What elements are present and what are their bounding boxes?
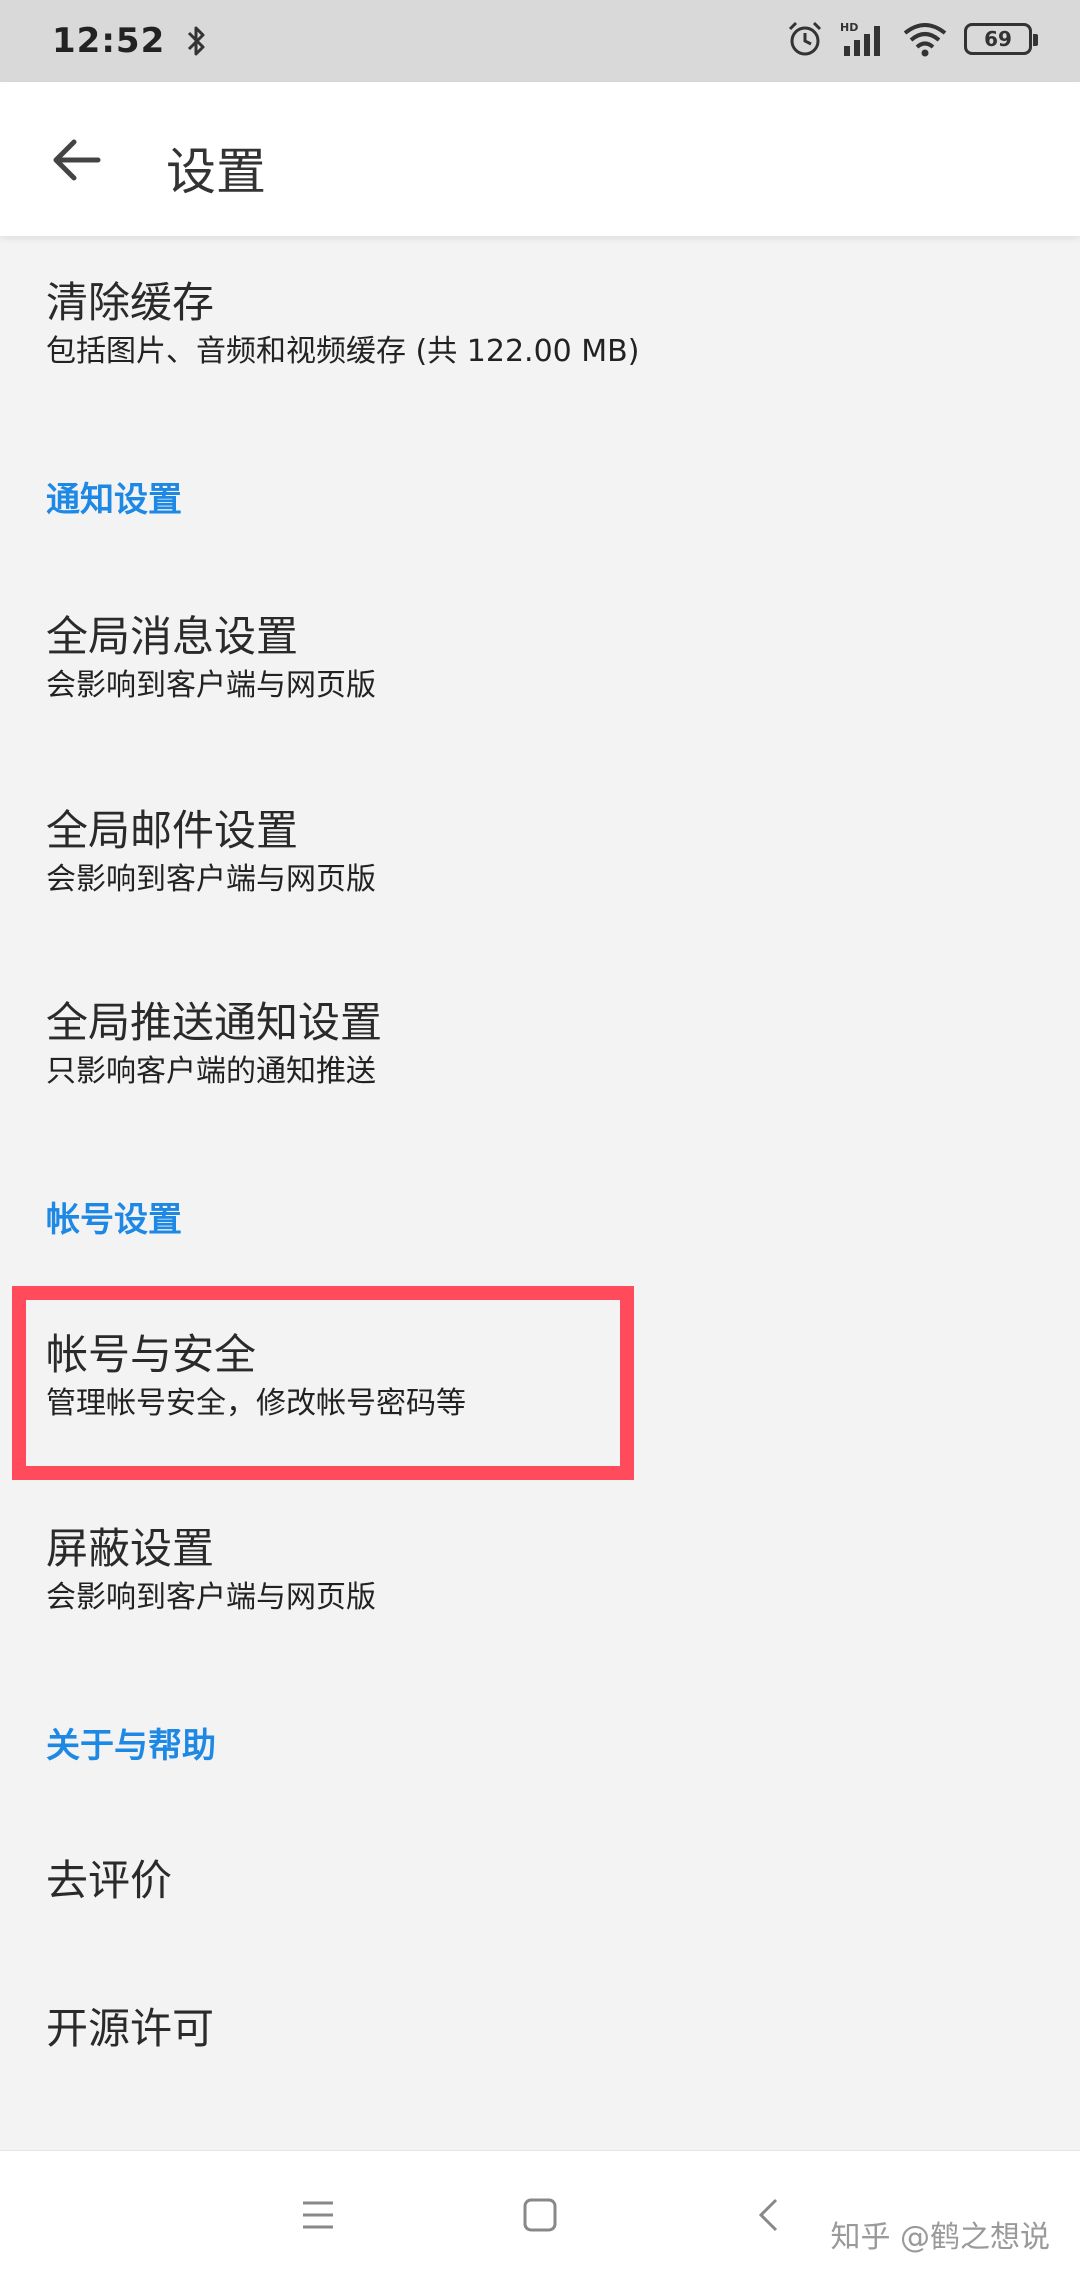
setting-subtitle: 会影响到客户端与网页版	[46, 1580, 376, 1616]
setting-title: 去评价	[46, 1856, 173, 1905]
setting-title: 全局消息设置	[46, 612, 299, 661]
status-bar: 12:52 HD 69	[0, 0, 1080, 82]
setting-global-push[interactable]: 全局推送通知设置 只影响客户端的通知推送	[46, 998, 382, 1090]
alarm-icon	[788, 21, 822, 56]
setting-title: 清除缓存	[46, 278, 215, 327]
battery-icon: 69	[964, 23, 1038, 55]
highlight-box	[12, 1286, 634, 1480]
setting-clear-cache[interactable]: 清除缓存 包括图片、音频和视频缓存 (共 122.00 MB)	[46, 278, 639, 370]
setting-title: 开源许可	[46, 2004, 215, 2053]
setting-subtitle: 会影响到客户端与网页版	[46, 668, 376, 704]
home-square-icon[interactable]	[522, 2197, 558, 2233]
section-notify-header: 通知设置	[46, 480, 182, 520]
setting-title: 全局邮件设置	[46, 806, 299, 855]
setting-subtitle: 会影响到客户端与网页版	[46, 862, 376, 898]
setting-global-message[interactable]: 全局消息设置 会影响到客户端与网页版	[46, 612, 376, 704]
hd-label: HD	[840, 21, 858, 34]
battery-level: 69	[984, 27, 1012, 51]
app-bar: 设置	[0, 82, 1080, 236]
setting-title: 屏蔽设置	[46, 1524, 215, 1573]
wifi-icon	[903, 23, 947, 57]
watermark: 知乎 @鹤之想说	[830, 2220, 1050, 2255]
status-icons: HD 69	[786, 20, 1038, 58]
page-title: 设置	[166, 143, 266, 201]
setting-license[interactable]: 开源许可	[46, 2004, 214, 2054]
back-chevron-icon[interactable]	[756, 2197, 780, 2233]
menu-icon[interactable]	[300, 2197, 336, 2233]
bluetooth-icon	[188, 26, 205, 56]
section-account-header: 帐号设置	[46, 1200, 182, 1240]
setting-block[interactable]: 屏蔽设置 会影响到客户端与网页版	[46, 1524, 376, 1616]
arrow-left-icon[interactable]	[50, 134, 102, 186]
setting-subtitle: 包括图片、音频和视频缓存 (共 122.00 MB)	[46, 334, 640, 370]
setting-subtitle: 只影响客户端的通知推送	[46, 1054, 376, 1090]
setting-title: 全局推送通知设置	[46, 998, 383, 1047]
hd-signal-icon: HD	[840, 21, 880, 56]
status-time: 12:52	[52, 21, 166, 61]
setting-global-mail[interactable]: 全局邮件设置 会影响到客户端与网页版	[46, 806, 376, 898]
setting-rate[interactable]: 去评价	[46, 1856, 172, 1906]
section-about-header: 关于与帮助	[46, 1726, 216, 1766]
